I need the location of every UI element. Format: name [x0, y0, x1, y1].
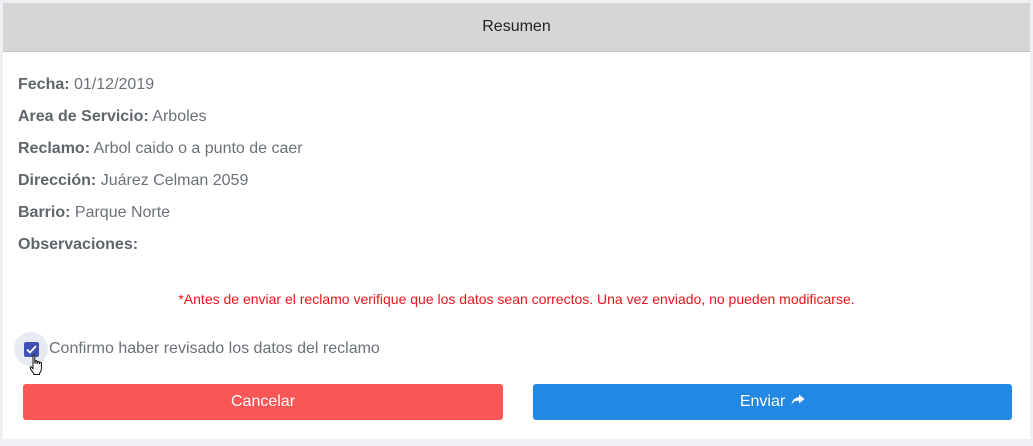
field-label: Observaciones:: [18, 236, 139, 253]
field-value: Arbol caido o a punto de caer: [93, 140, 303, 157]
field-value: Juárez Celman 2059: [100, 172, 249, 189]
field-value: 01/12/2019: [74, 76, 155, 93]
field-label: Fecha:: [18, 76, 70, 93]
card-title: Resumen: [482, 18, 551, 35]
field-area-de-servicio: Area de Servicio: Arboles: [18, 107, 303, 139]
field-value: Arboles: [152, 108, 207, 125]
send-button-label: Enviar: [739, 393, 786, 410]
share-arrow-icon: [791, 393, 805, 411]
cancel-button-label: Cancelar: [230, 393, 296, 410]
confirm-checkbox[interactable]: [14, 332, 48, 375]
send-button[interactable]: Enviar: [533, 384, 1012, 420]
cancel-button[interactable]: Cancelar: [23, 384, 503, 420]
warning-message: *Antes de enviar el reclamo verifique qu…: [178, 291, 855, 307]
field-label: Area de Servicio:: [18, 108, 149, 125]
field-label: Barrio:: [18, 204, 71, 221]
field-label: Dirección:: [18, 172, 97, 189]
field-fecha: Fecha: 01/12/2019: [18, 75, 303, 107]
summary-card: Resumen Fecha: 01/12/2019 Area de Servic…: [3, 3, 1030, 439]
field-direccion: Dirección: Juárez Celman 2059: [18, 171, 303, 203]
field-barrio: Barrio: Parque Norte: [18, 203, 303, 235]
field-observaciones: Observaciones:: [18, 235, 303, 267]
hand-pointer-cursor-icon: [29, 354, 45, 381]
field-label: Reclamo:: [18, 140, 91, 157]
summary-fields: Fecha: 01/12/2019 Area de Servicio: Arbo…: [18, 75, 303, 267]
confirm-label: Confirmo haber revisado los datos del re…: [49, 340, 380, 357]
field-reclamo: Reclamo: Arbol caido o a punto de caer: [18, 139, 303, 171]
field-value: Parque Norte: [74, 204, 171, 221]
confirm-checkbox-row[interactable]: Confirmo haber revisado los datos del re…: [14, 329, 380, 375]
card-header: Resumen: [3, 3, 1030, 52]
